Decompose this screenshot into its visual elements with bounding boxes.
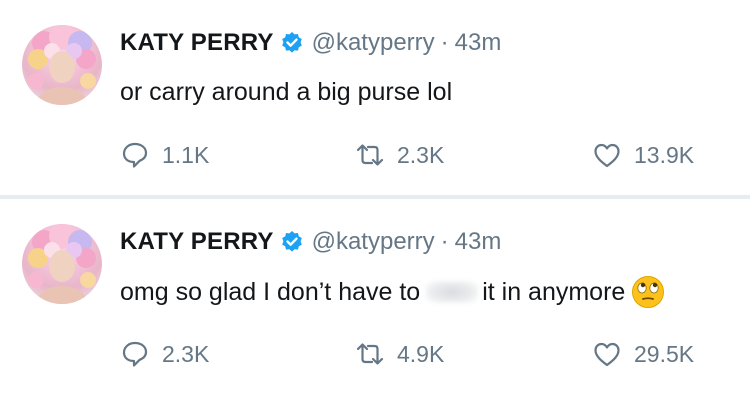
display-name[interactable]: KATY PERRY	[120, 28, 274, 58]
tweet-text: omg so glad I don’t have to it in anymor…	[120, 275, 665, 309]
verified-badge-icon	[280, 31, 304, 55]
retweet-count: 2.3K	[397, 141, 445, 168]
tweet-card[interactable]: KATY PERRY @katyperry · 43m omg so glad …	[0, 199, 750, 394]
retweet-button[interactable]: 4.9K	[355, 339, 444, 369]
avatar-image	[28, 224, 96, 304]
tweet-text-after: it in anymore	[482, 278, 626, 306]
reply-count: 1.1K	[162, 141, 210, 168]
verified-badge-icon	[280, 230, 304, 254]
retweet-icon	[356, 343, 384, 365]
like-count: 13.9K	[634, 141, 695, 168]
reply-count: 2.3K	[162, 340, 210, 367]
tweet-header: KATY PERRY @katyperry · 43m	[120, 28, 501, 58]
reply-button[interactable]: 2.3K	[120, 339, 209, 369]
reply-button[interactable]: 1.1K	[120, 140, 209, 170]
tweet-header: KATY PERRY @katyperry · 43m	[120, 227, 501, 257]
user-handle[interactable]: @katyperry	[312, 227, 435, 257]
avatar[interactable]	[22, 25, 102, 105]
timestamp[interactable]: 43m	[455, 227, 502, 257]
avatar[interactable]	[22, 224, 102, 304]
tweet-text: or carry around a big purse lol	[120, 78, 453, 106]
tweet-actions: 2.3K 4.9K 29.5K	[0, 339, 750, 375]
tweet-actions: 1.1K 2.3K 13.9K	[0, 140, 750, 176]
avatar-image	[28, 25, 96, 105]
tweet-text-before: omg so glad I don’t have to	[120, 278, 421, 306]
retweet-icon	[356, 144, 384, 166]
display-name[interactable]: KATY PERRY	[120, 227, 274, 257]
tweet-card[interactable]: KATY PERRY @katyperry · 43m or carry aro…	[0, 0, 750, 199]
like-button[interactable]: 29.5K	[592, 339, 694, 369]
censored-word	[426, 281, 479, 303]
reply-icon	[122, 142, 148, 168]
retweet-button[interactable]: 2.3K	[355, 140, 444, 170]
retweet-count: 4.9K	[397, 340, 445, 367]
reply-icon	[122, 341, 148, 367]
heart-icon	[594, 342, 620, 367]
user-handle[interactable]: @katyperry	[312, 28, 435, 58]
header-separator: ·	[440, 228, 449, 255]
timestamp[interactable]: 43m	[455, 28, 502, 58]
like-count: 29.5K	[634, 340, 695, 367]
like-button[interactable]: 13.9K	[592, 140, 694, 170]
heart-icon	[594, 143, 620, 168]
header-separator: ·	[440, 29, 449, 56]
eye-roll-emoji	[631, 275, 665, 309]
